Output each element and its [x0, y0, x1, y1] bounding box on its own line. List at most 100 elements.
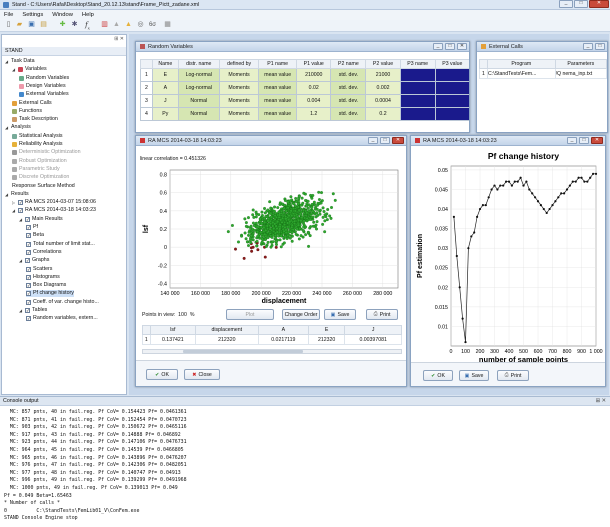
tree-item[interactable]: ✓ Coeff. of var. change histo...: [26, 299, 99, 306]
rv-column-header[interactable]: Name: [152, 59, 179, 69]
random-variables-titlebar[interactable]: Random Variables _ □ ✕: [136, 42, 469, 52]
pf-maximize-button[interactable]: □: [579, 137, 589, 144]
tree-item[interactable]: ✓ Random variables, extern...: [26, 315, 98, 322]
sample-column-header[interactable]: A: [257, 325, 309, 335]
ext-minimize-button[interactable]: _: [583, 43, 593, 50]
menu-window[interactable]: Window: [52, 12, 73, 18]
rv-maximize-button[interactable]: □: [445, 43, 455, 50]
tree-item[interactable]: External Variables: [19, 91, 69, 98]
ext-cell-program[interactable]: C:\StandTests\Fem...: [487, 68, 556, 79]
rv-cell[interactable]: [434, 94, 469, 108]
rv-column-header[interactable]: distr. name: [177, 59, 220, 69]
tree-item[interactable]: Random Variables: [19, 75, 69, 82]
rv-minimize-button[interactable]: _: [433, 43, 443, 50]
rv-cell[interactable]: E: [152, 68, 179, 82]
rv-column-header[interactable]: P3 value: [434, 59, 469, 69]
scrollbar-thumb[interactable]: [183, 350, 303, 353]
table-row[interactable]: 2 A Log-normal Moments mean value 0.02 std. de…: [140, 81, 469, 95]
scatter-close-button[interactable]: ✕: [392, 137, 404, 144]
rv-cell[interactable]: 21000: [365, 68, 401, 82]
new-icon[interactable]: ▯: [4, 21, 13, 29]
rv-column-header[interactable]: defined by: [218, 59, 260, 69]
table-row[interactable]: 1 0.137421 212320 0.0217119 212320 0.00397081: [142, 334, 402, 345]
folder-icon[interactable]: ▤: [39, 21, 48, 29]
rv-cell[interactable]: 0.2: [365, 107, 401, 121]
rv-cell[interactable]: [434, 107, 469, 121]
tree-item[interactable]: ✓ Box Diagrams: [26, 282, 66, 289]
tree-item[interactable]: ✓ Beta: [26, 232, 44, 239]
rv-cell[interactable]: mean value: [258, 94, 298, 108]
tree-item[interactable]: Functions: [12, 108, 42, 115]
rv-cell[interactable]: Log-normal: [177, 81, 220, 95]
scatter-minimize-button[interactable]: _: [368, 137, 378, 144]
sample-column-header[interactable]: lsf: [149, 325, 196, 335]
rv-cell[interactable]: Log-normal: [177, 68, 220, 82]
rv-cell[interactable]: 0.004: [296, 94, 332, 108]
random-variable-icon[interactable]: ✚: [58, 21, 67, 29]
expand-arrow-icon[interactable]: ◢: [5, 191, 9, 198]
rv-cell[interactable]: [399, 94, 436, 108]
checkbox[interactable]: ✓: [26, 283, 31, 289]
menu-file[interactable]: File: [4, 12, 13, 18]
expand-arrow-icon[interactable]: ◢: [19, 216, 23, 223]
tree-item[interactable]: Statistical Analysis: [12, 133, 63, 140]
pf-print-button[interactable]: ⎙ Print: [497, 370, 529, 381]
rv-cell[interactable]: Normal: [177, 94, 220, 108]
sample-cell[interactable]: 212320: [307, 334, 346, 345]
tree-item[interactable]: Response Surface Method: [12, 183, 75, 190]
expand-arrow-icon[interactable]: ◢: [19, 307, 23, 314]
checkbox[interactable]: ✓: [26, 249, 31, 255]
rv-column-header[interactable]: P2 name: [330, 59, 367, 69]
checkbox[interactable]: ✓: [26, 316, 31, 322]
scatter-maximize-button[interactable]: □: [380, 137, 390, 144]
change-order-button[interactable]: Change Order: [282, 309, 320, 320]
rv-cell[interactable]: 0.02: [296, 81, 332, 95]
checkbox[interactable]: ✓: [25, 258, 30, 264]
checkbox[interactable]: ✓: [26, 299, 31, 305]
settings-icon[interactable]: ✱: [70, 21, 79, 29]
rv-cell[interactable]: std. dev.: [330, 107, 367, 121]
tree-item[interactable]: Design Variables: [19, 83, 66, 90]
rv-column-header[interactable]: P2 value: [365, 59, 401, 69]
sample-cell[interactable]: 0.00397081: [344, 334, 402, 345]
tree-item[interactable]: ▷ ✓ RA MCS 2014-03-07 15:08:06: [12, 199, 96, 206]
points-in-view-value[interactable]: 100: [178, 312, 187, 318]
tree-item[interactable]: ✓ Pf: [26, 224, 38, 231]
rv-cell[interactable]: 1.2: [296, 107, 332, 121]
tree-item[interactable]: Discrete Optimization: [12, 174, 69, 181]
tree-item[interactable]: Robust Optimization: [12, 158, 67, 165]
checkbox[interactable]: ✓: [25, 308, 30, 313]
save-icon[interactable]: ▣: [27, 21, 36, 29]
open-icon[interactable]: ▰: [15, 21, 24, 29]
scatter-save-button[interactable]: ▣ Save: [324, 309, 356, 320]
sample-column-header[interactable]: displacement: [194, 325, 259, 335]
rv-cell[interactable]: A: [152, 81, 179, 95]
rv-cell[interactable]: std. dev.: [330, 81, 367, 95]
expand-arrow-icon[interactable]: ◢: [5, 124, 9, 131]
sample-cell[interactable]: 212320: [194, 334, 259, 345]
rv-cell[interactable]: std. dev.: [330, 68, 367, 82]
tree-item[interactable]: Reliability Analysis: [12, 141, 63, 148]
rv-cell[interactable]: J: [152, 94, 179, 108]
scatter-close-dialog-button[interactable]: ✖ Close: [184, 369, 220, 380]
pf-save-button[interactable]: ▣ Save: [459, 370, 489, 381]
function-icon[interactable]: fx: [83, 21, 92, 30]
rv-cell[interactable]: 210000: [296, 68, 332, 82]
scatter-print-button[interactable]: ⎙ Print: [366, 309, 398, 320]
minimize-button[interactable]: _: [559, 0, 573, 8]
rv-column-header[interactable]: P3 name: [399, 59, 436, 69]
reliability-icon[interactable]: ▲: [124, 21, 133, 29]
sample-cell[interactable]: 0.137421: [149, 334, 196, 345]
tree-item[interactable]: Parametric Study: [12, 166, 60, 173]
menu-settings[interactable]: Settings: [22, 12, 43, 18]
checkbox[interactable]: ✓: [18, 200, 23, 206]
tree-item[interactable]: ✓ Total number of limit stat...: [26, 241, 95, 248]
expand-arrow-icon[interactable]: ◢: [19, 257, 23, 264]
checkbox[interactable]: ✓: [26, 266, 31, 272]
target-icon[interactable]: ◎: [136, 21, 145, 29]
tree-item[interactable]: ✓ Correlations: [26, 249, 62, 256]
tree-item[interactable]: ✓ Scatters: [26, 266, 52, 273]
table-row[interactable]: 1 C:\StandTests\Fem... /Q nema_inp.txt: [479, 68, 607, 79]
expand-arrow-icon[interactable]: ◢: [12, 66, 16, 73]
tree-item[interactable]: Deterministic Optimization: [12, 149, 81, 156]
